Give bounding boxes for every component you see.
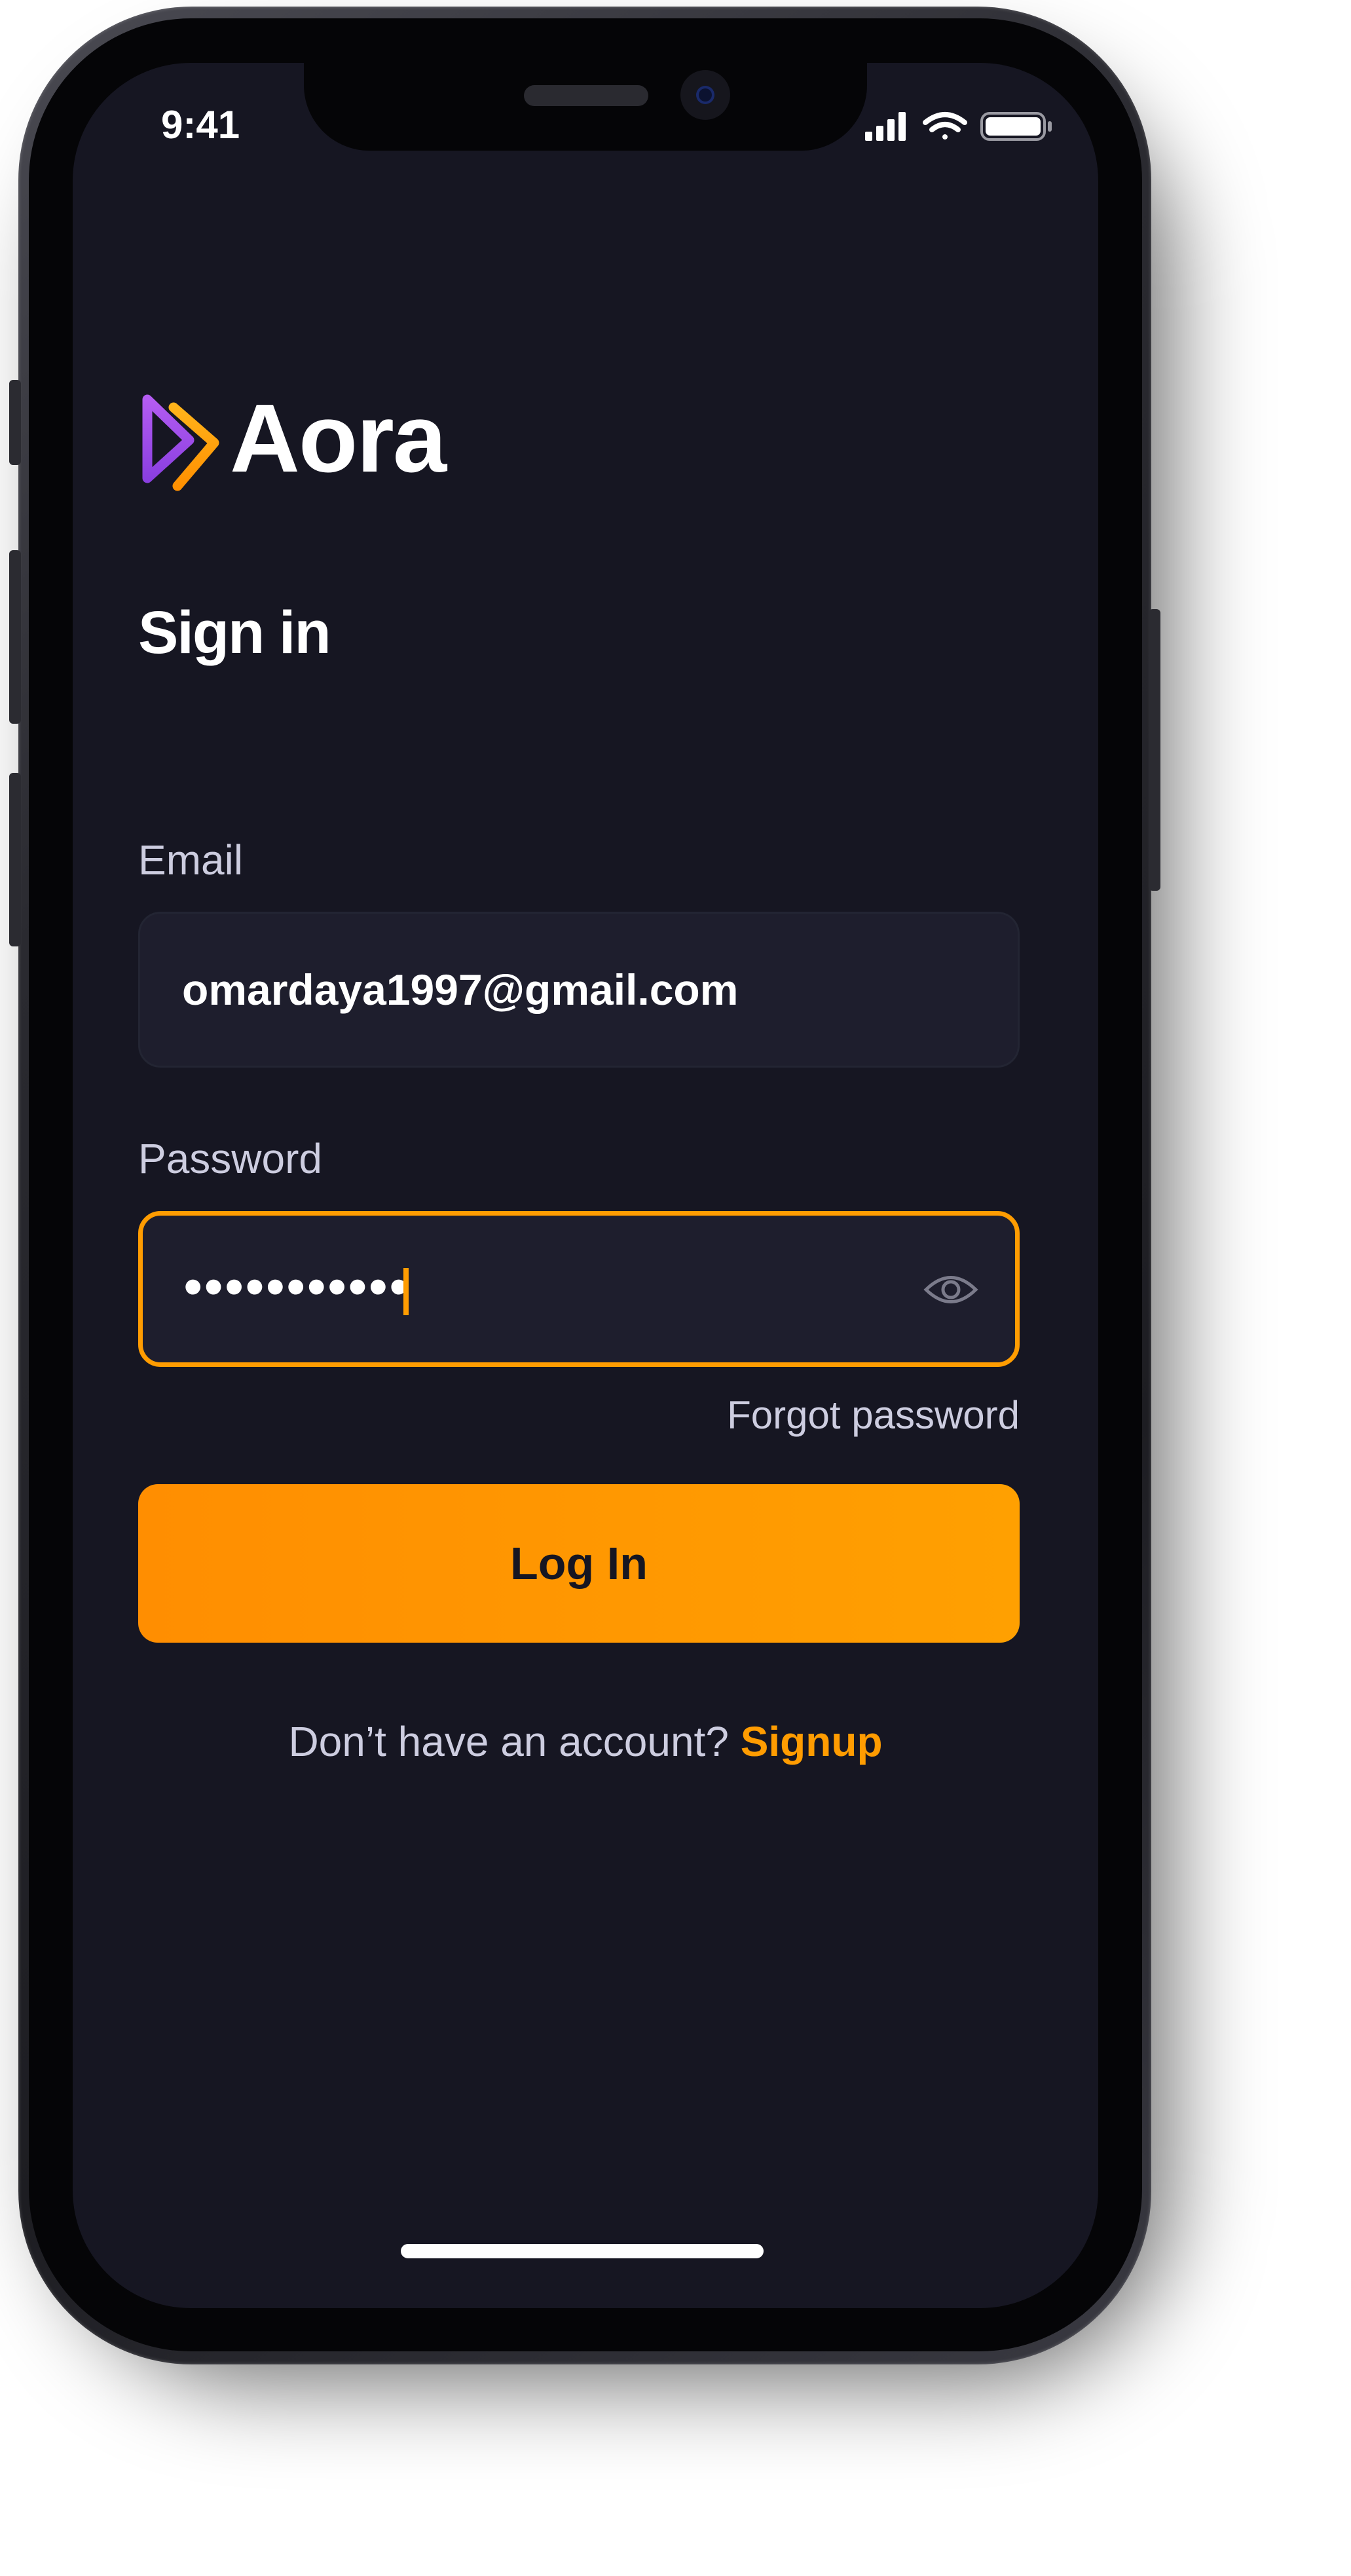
status-time: 9:41 xyxy=(161,103,240,147)
brand-name: Aora xyxy=(230,384,447,493)
front-camera xyxy=(680,70,730,120)
battery-icon xyxy=(980,112,1052,141)
signal-icon xyxy=(865,112,906,141)
email-field[interactable]: omardaya1997@gmail.com xyxy=(138,912,1020,1068)
eye-icon[interactable] xyxy=(923,1271,978,1309)
notch xyxy=(304,63,867,151)
action-button xyxy=(9,380,21,465)
password-field[interactable]: ••••••••••• xyxy=(138,1211,1020,1367)
power-button xyxy=(1149,609,1160,891)
signup-link[interactable]: Signup xyxy=(741,1718,883,1765)
status-icons xyxy=(865,112,1052,141)
signup-prompt: Don’t have an account? Signup xyxy=(73,1717,1098,1766)
aora-logo-icon xyxy=(142,394,219,491)
camera-lens xyxy=(696,86,714,104)
wifi-icon xyxy=(923,112,967,140)
volume-up-button xyxy=(9,550,21,724)
login-button[interactable]: Log In xyxy=(138,1484,1020,1643)
email-value[interactable]: omardaya1997@gmail.com xyxy=(182,965,738,1015)
speaker-grille xyxy=(524,85,648,106)
email-label: Email xyxy=(138,836,244,884)
home-indicator[interactable] xyxy=(401,2244,764,2258)
forgot-password-link[interactable]: Forgot password xyxy=(727,1392,1020,1438)
text-caret xyxy=(403,1268,409,1315)
volume-down-button xyxy=(9,773,21,946)
page-title: Sign in xyxy=(138,599,331,666)
signup-prompt-text: Don’t have an account? xyxy=(288,1718,729,1765)
app-screen: 9:41 Aora Sign in Email omardaya1997@gma… xyxy=(73,63,1098,2308)
password-value[interactable]: ••••••••••• xyxy=(183,1255,410,1318)
password-label: Password xyxy=(138,1135,322,1182)
